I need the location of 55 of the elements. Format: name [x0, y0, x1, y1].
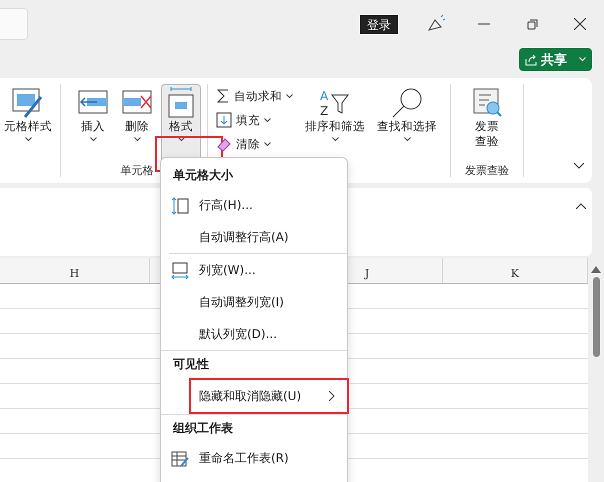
caret-icon: [24, 136, 32, 142]
ribbon-button[interactable]: 填充: [214, 108, 295, 132]
search-icon: [390, 87, 424, 119]
menu-item[interactable]: 默认列宽(D)...: [161, 318, 347, 350]
sort-letter: Z: [320, 104, 328, 118]
column-width-icon: [171, 262, 189, 280]
caret-icon: [404, 136, 410, 142]
menu-item[interactable]: 自动调整行高(A): [161, 221, 347, 253]
menu-section-title: 单元格大小: [172, 167, 234, 184]
minimize-icon[interactable]: [478, 23, 490, 25]
cell-style-icon: [11, 87, 45, 119]
row-height-icon: [171, 197, 189, 215]
caret-icon: [264, 142, 271, 146]
share-icon: [525, 54, 537, 66]
ribbon-button[interactable]: 清除: [214, 132, 295, 156]
login-button[interactable]: 登录: [360, 14, 398, 34]
caret-icon: [178, 136, 184, 142]
rename-sheet-icon: [171, 450, 189, 468]
share-button[interactable]: 共享: [519, 48, 592, 71]
menu-item[interactable]: 行高(H)...: [161, 189, 347, 221]
caret-icon: [134, 136, 140, 142]
invoice-search-icon: [471, 87, 503, 119]
menu-item[interactable]: 隐藏和取消隐藏(U): [189, 378, 349, 414]
ribbon-button[interactable]: 删除: [117, 84, 157, 163]
caret-icon: [332, 136, 338, 142]
caret-icon: [90, 136, 96, 142]
menu-item[interactable]: 重命名工作表(R): [161, 442, 347, 474]
ribbon-button[interactable]: 发票查验: [467, 84, 507, 163]
chevron-down-icon[interactable]: [574, 163, 584, 169]
restore-icon[interactable]: [526, 18, 538, 30]
caret-icon: [579, 57, 586, 62]
fill-down-icon: [216, 112, 232, 128]
column-header[interactable]: K: [442, 258, 588, 283]
ribbon-button[interactable]: 元格样式: [0, 84, 56, 177]
ribbon-button[interactable]: 自动求和: [214, 84, 295, 108]
chevron-right-icon: [329, 391, 335, 401]
sigma-icon: [216, 88, 230, 104]
ribbon-button[interactable]: 查找和选择: [373, 84, 441, 177]
group-label: 单元格: [120, 163, 154, 177]
column-header[interactable]: H: [0, 258, 150, 283]
group-label: 发票查验: [465, 163, 509, 177]
ribbon-button[interactable]: 插入: [73, 84, 113, 163]
search-field[interactable]: [0, 8, 28, 40]
scroll-up-icon[interactable]: [591, 266, 601, 273]
scrollbar-thumb[interactable]: [592, 277, 600, 357]
caret-icon: [286, 94, 293, 98]
menu-section-title: 组织工作表: [172, 420, 234, 437]
ribbon-button[interactable]: A Z 排序和筛选: [301, 84, 369, 177]
chevron-up-icon[interactable]: [576, 203, 586, 209]
sort-letter: A: [320, 89, 328, 103]
menu-item[interactable]: 自动调整列宽(I): [161, 286, 347, 318]
caret-icon: [264, 118, 271, 122]
close-icon[interactable]: [574, 18, 586, 30]
menu-section-title: 可见性: [172, 356, 210, 373]
eraser-icon: [216, 136, 232, 152]
